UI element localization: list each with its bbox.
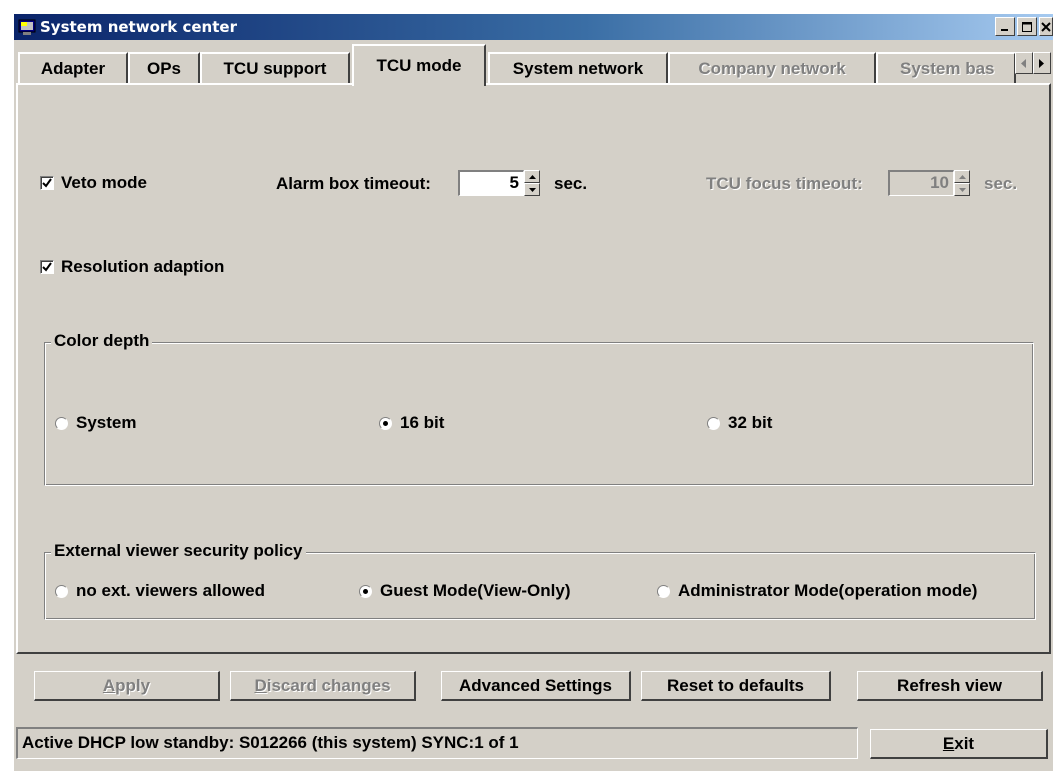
caret-down-icon bbox=[528, 187, 536, 192]
radio-label: System bbox=[76, 413, 137, 432]
tab-strip: Adapter OPs TCU support TCU mode System … bbox=[16, 44, 1053, 86]
tcu-focus-timeout-unit: sec. bbox=[984, 174, 1018, 193]
maximize-button[interactable] bbox=[1017, 17, 1037, 36]
radio-button[interactable] bbox=[379, 416, 392, 430]
caret-up-icon bbox=[528, 174, 536, 179]
close-button[interactable] bbox=[1039, 17, 1053, 36]
reset-to-defaults-button[interactable]: Reset to defaults bbox=[641, 671, 831, 701]
tab-label: Company network bbox=[698, 59, 846, 78]
policy-admin-mode-radio[interactable]: Administrator Mode(operation mode) bbox=[657, 581, 977, 601]
radio-label: Guest Mode(View-Only) bbox=[380, 581, 571, 600]
arrow-right-icon bbox=[1039, 58, 1044, 68]
tab-scroll-right-button[interactable] bbox=[1033, 52, 1051, 74]
radio-label: no ext. viewers allowed bbox=[76, 581, 265, 600]
tab-company-network[interactable]: Company network bbox=[668, 52, 876, 84]
app-icon bbox=[18, 19, 36, 35]
radio-button[interactable] bbox=[55, 584, 68, 598]
refresh-view-label: Refresh view bbox=[897, 675, 1002, 695]
radio-label: Administrator Mode(operation mode) bbox=[678, 581, 978, 600]
tcu-focus-timeout-input[interactable]: 10 bbox=[888, 170, 954, 196]
refresh-view-button[interactable]: Refresh view bbox=[857, 671, 1043, 701]
spin-down-button[interactable] bbox=[524, 183, 540, 196]
spin-up-button[interactable] bbox=[524, 170, 540, 183]
checkbox-box[interactable] bbox=[40, 176, 54, 190]
veto-mode-checkbox[interactable]: Veto mode bbox=[40, 173, 147, 193]
tab-ops[interactable]: OPs bbox=[128, 52, 200, 84]
color-depth-legend: Color depth bbox=[51, 331, 153, 351]
tab-system-network[interactable]: System network bbox=[488, 52, 668, 84]
radio-button[interactable] bbox=[55, 416, 68, 430]
tab-label: TCU mode bbox=[376, 56, 462, 75]
maximize-icon bbox=[1022, 21, 1032, 32]
tab-label: System bas bbox=[900, 59, 995, 78]
advanced-settings-button[interactable]: Advanced Settings bbox=[441, 671, 631, 701]
tcu-focus-timeout-spinner[interactable]: 10 bbox=[888, 170, 970, 196]
system-network-center-window: System network center Adapter OPs TCU su… bbox=[14, 14, 1053, 771]
apply-label: Apply bbox=[102, 675, 151, 695]
caret-up-icon bbox=[958, 174, 966, 179]
color-depth-system-radio[interactable]: System bbox=[55, 413, 136, 433]
tab-label: OPs bbox=[146, 59, 182, 78]
close-icon bbox=[1041, 21, 1051, 32]
discard-changes-button[interactable]: Discard changes bbox=[230, 671, 416, 701]
tcu-focus-timeout-label: TCU focus timeout: bbox=[706, 174, 863, 193]
tab-scroll-left-button[interactable] bbox=[1015, 52, 1033, 74]
policy-no-viewers-radio[interactable]: no ext. viewers allowed bbox=[55, 581, 265, 601]
alarm-box-timeout-unit: sec. bbox=[554, 174, 588, 193]
caret-down-icon bbox=[958, 187, 966, 192]
resolution-adaption-checkbox[interactable]: Resolution adaption bbox=[40, 257, 224, 277]
advanced-settings-label: Advanced Settings bbox=[458, 675, 613, 695]
policy-guest-mode-radio[interactable]: Guest Mode(View-Only) bbox=[359, 581, 571, 601]
radio-button[interactable] bbox=[359, 584, 372, 598]
tab-tcu-mode[interactable]: TCU mode bbox=[352, 44, 486, 86]
minimize-button[interactable] bbox=[995, 17, 1015, 36]
checkbox-box[interactable] bbox=[40, 260, 54, 274]
resolution-adaption-label: Resolution adaption bbox=[61, 257, 225, 276]
tab-label: Adapter bbox=[40, 59, 106, 78]
exit-label: Exit bbox=[942, 733, 975, 753]
status-bar: Active DHCP low standby: S012266 (this s… bbox=[16, 727, 858, 759]
security-policy-legend: External viewer security policy bbox=[51, 541, 306, 561]
alarm-box-timeout-input[interactable]: 5 bbox=[458, 170, 524, 196]
color-depth-group: Color depth System 16 bit 32 bit bbox=[44, 331, 1034, 486]
window-title: System network center bbox=[40, 18, 237, 36]
tab-label: TCU support bbox=[223, 59, 327, 78]
veto-mode-label: Veto mode bbox=[61, 173, 147, 192]
title-bar[interactable]: System network center bbox=[14, 14, 1053, 40]
tab-label: System network bbox=[512, 59, 644, 78]
checkmark-icon bbox=[42, 178, 52, 188]
apply-button[interactable]: Apply bbox=[34, 671, 220, 701]
spin-down-button[interactable] bbox=[954, 183, 970, 196]
arrow-left-icon bbox=[1021, 58, 1026, 68]
color-depth-32bit-radio[interactable]: 32 bit bbox=[707, 413, 772, 433]
minimize-icon bbox=[1001, 28, 1008, 31]
alarm-box-timeout-label: Alarm box timeout: bbox=[276, 174, 431, 193]
exit-button[interactable]: Exit bbox=[870, 729, 1048, 759]
checkmark-icon bbox=[42, 262, 52, 272]
radio-label: 16 bit bbox=[400, 413, 445, 432]
color-depth-16bit-radio[interactable]: 16 bit bbox=[379, 413, 444, 433]
tab-tcu-support[interactable]: TCU support bbox=[200, 52, 350, 84]
radio-button[interactable] bbox=[657, 584, 670, 598]
tab-adapter[interactable]: Adapter bbox=[18, 52, 128, 84]
radio-button[interactable] bbox=[707, 416, 720, 430]
security-policy-group: External viewer security policy no ext. … bbox=[44, 541, 1036, 620]
spin-up-button[interactable] bbox=[954, 170, 970, 183]
tab-system-bas[interactable]: System bas bbox=[876, 52, 1016, 84]
tcu-mode-panel: Veto mode Alarm box timeout: 5 sec. TCU … bbox=[16, 83, 1051, 654]
radio-label: 32 bit bbox=[728, 413, 773, 432]
reset-to-defaults-label: Reset to defaults bbox=[667, 675, 804, 695]
alarm-box-timeout-spinner[interactable]: 5 bbox=[458, 170, 540, 196]
discard-label: Discard changes bbox=[254, 675, 391, 695]
